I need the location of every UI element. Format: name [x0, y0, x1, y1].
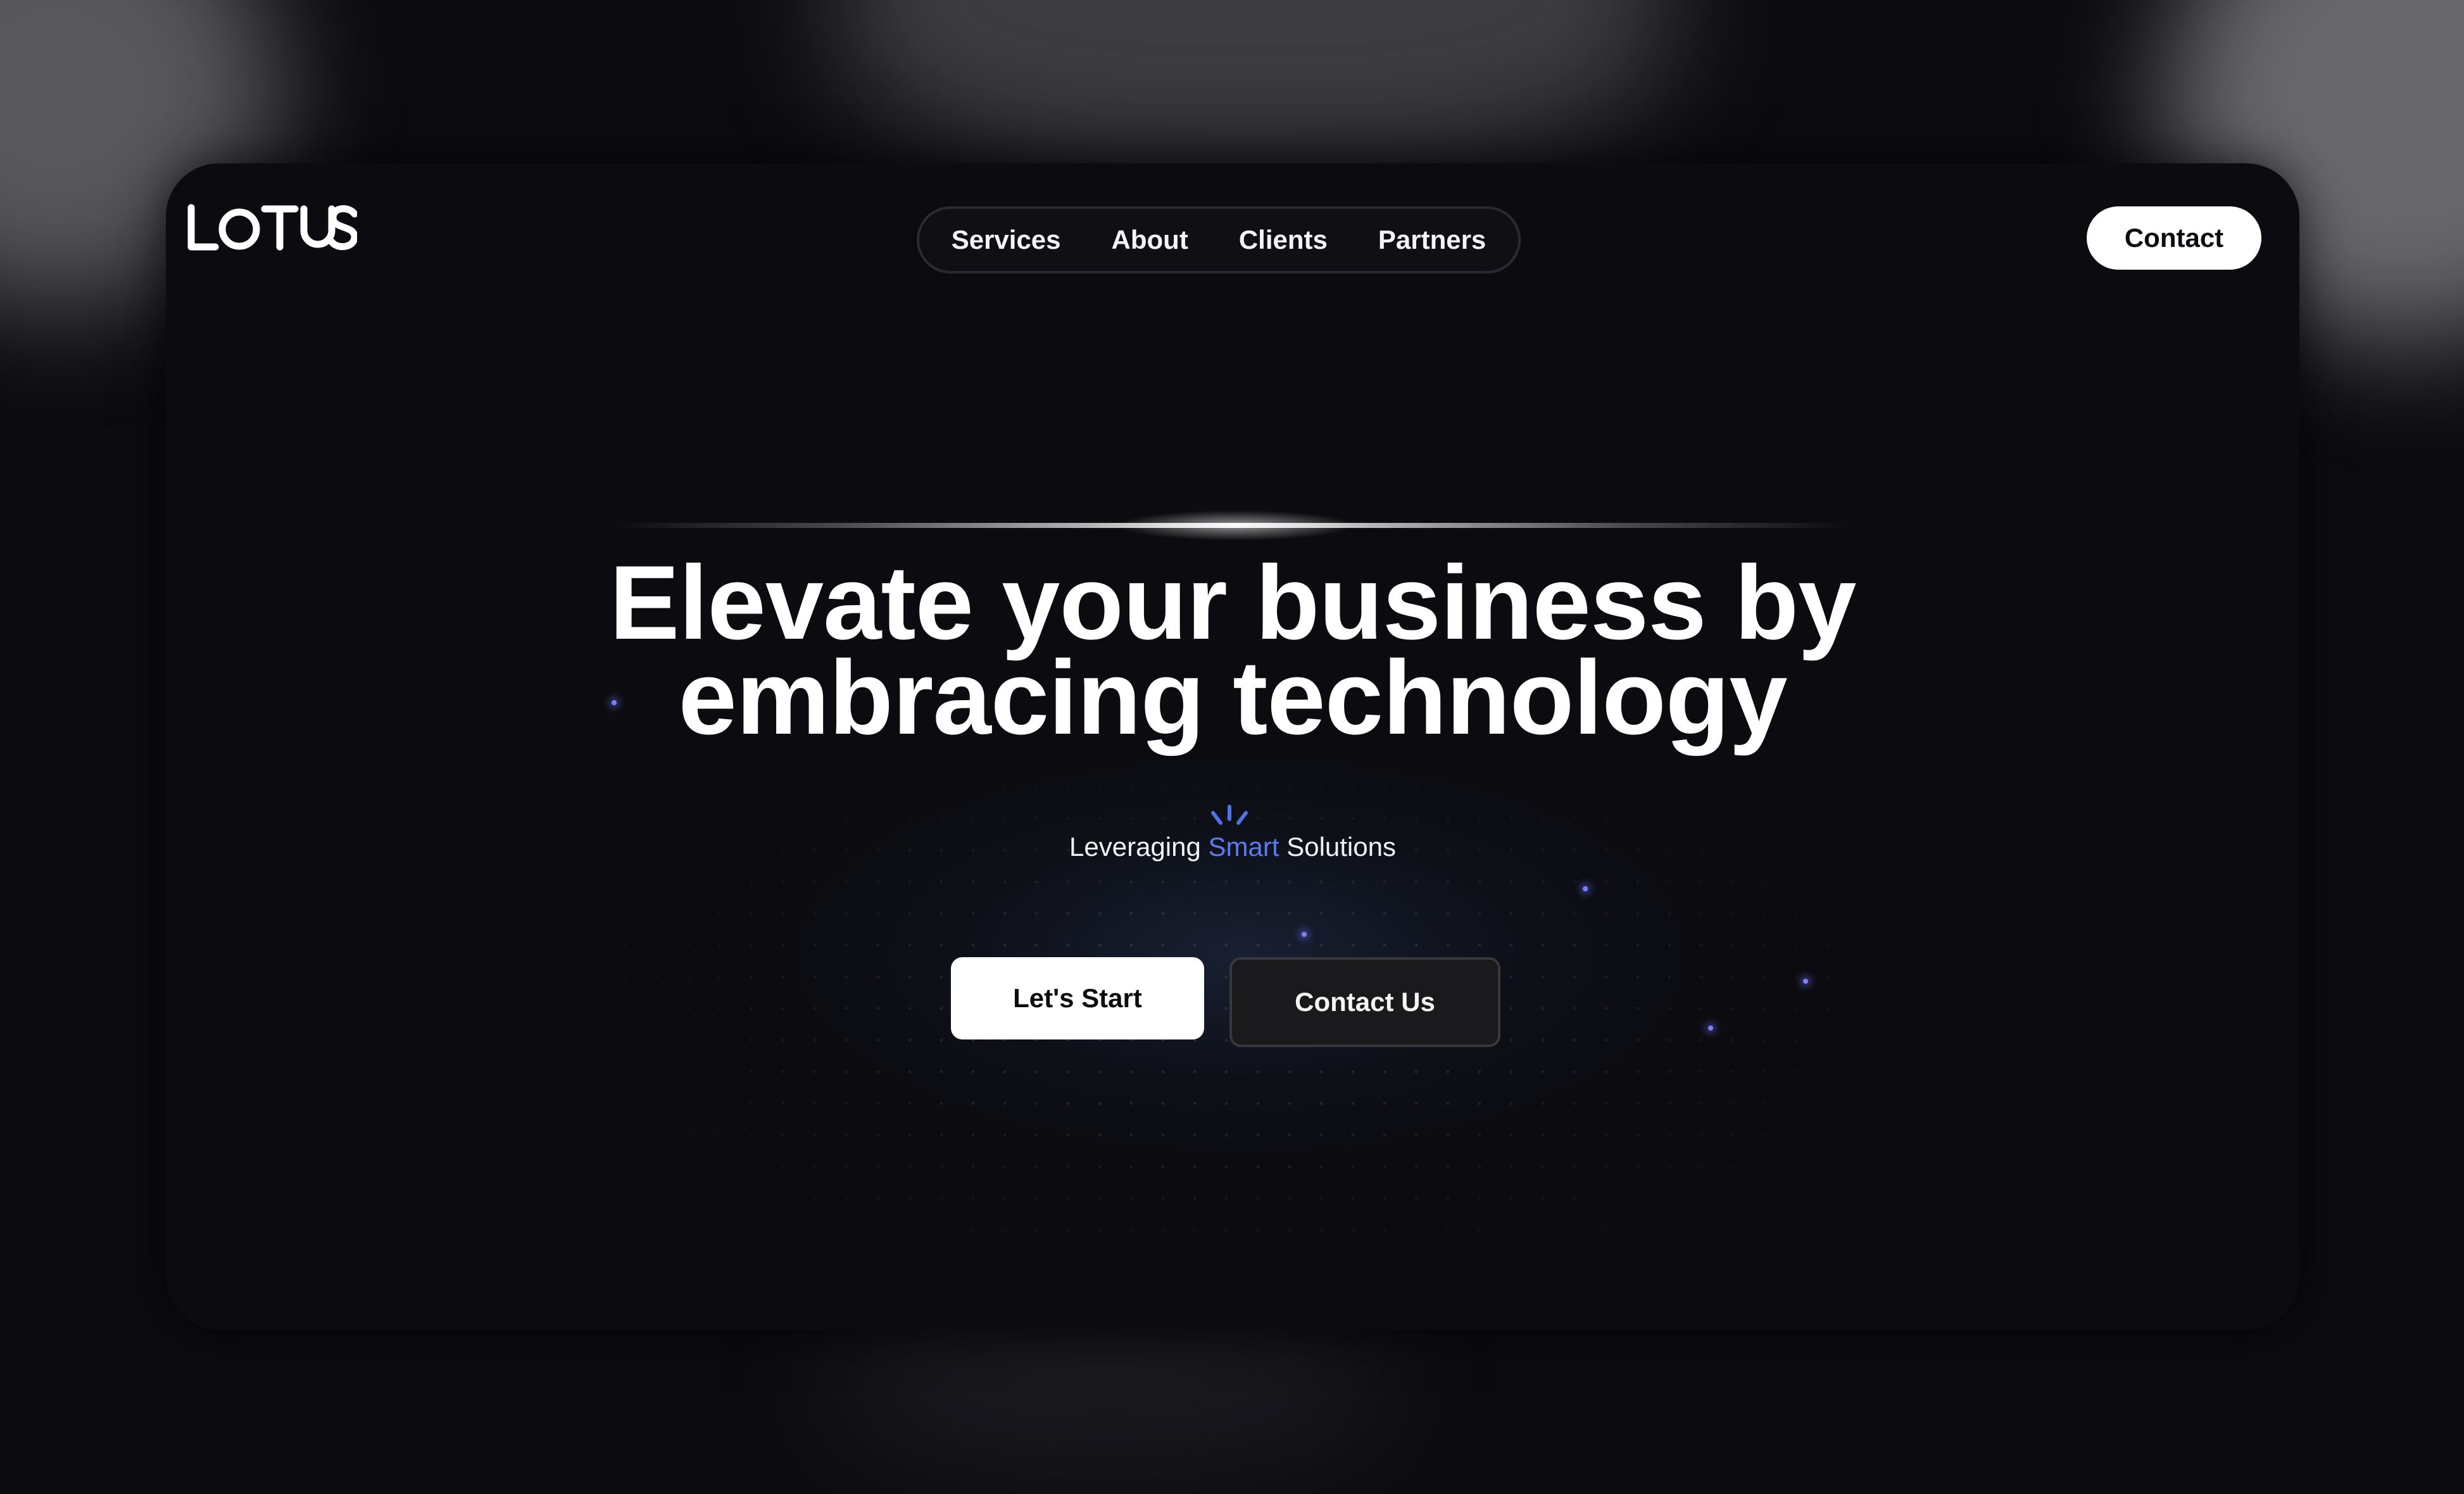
- shine-divider-glow: [1116, 510, 1356, 541]
- contact-us-button[interactable]: Contact Us: [1229, 957, 1500, 1047]
- background-glow-center: [836, 0, 1671, 165]
- spark-rays-icon: [1204, 804, 1255, 832]
- nav-item-services[interactable]: Services: [952, 225, 1061, 255]
- header-contact-button[interactable]: Contact: [2087, 206, 2261, 270]
- nav-item-clients[interactable]: Clients: [1239, 225, 1328, 255]
- page-background: Services About Clients Partners Contact …: [0, 0, 2464, 1494]
- subtitle-accent-word: Smart: [1208, 832, 1279, 862]
- sparkle-dot: [1803, 979, 1808, 984]
- lotus-logo[interactable]: [186, 203, 357, 253]
- subtitle-text-after: Solutions: [1286, 832, 1396, 862]
- hero-subtitle: Leveraging Smart Solutions: [799, 832, 1666, 862]
- lets-start-button[interactable]: Let's Start: [951, 957, 1204, 1039]
- hero-headline-line2: embracing technology: [678, 639, 1788, 756]
- main-nav: Services About Clients Partners: [917, 206, 1521, 273]
- sparkle-dot: [1302, 932, 1307, 937]
- hero-card: Services About Clients Partners Contact …: [166, 163, 2299, 1329]
- sparkle-dot: [1708, 1026, 1713, 1031]
- subtitle-text-before: Leveraging: [1069, 832, 1201, 862]
- nav-item-about[interactable]: About: [1112, 225, 1188, 255]
- nav-item-partners[interactable]: Partners: [1378, 225, 1486, 255]
- sparkle-dot: [1583, 886, 1588, 891]
- hero-headline: Elevate your business by embracing techn…: [546, 551, 1920, 751]
- lotus-logo-mark: [187, 204, 357, 251]
